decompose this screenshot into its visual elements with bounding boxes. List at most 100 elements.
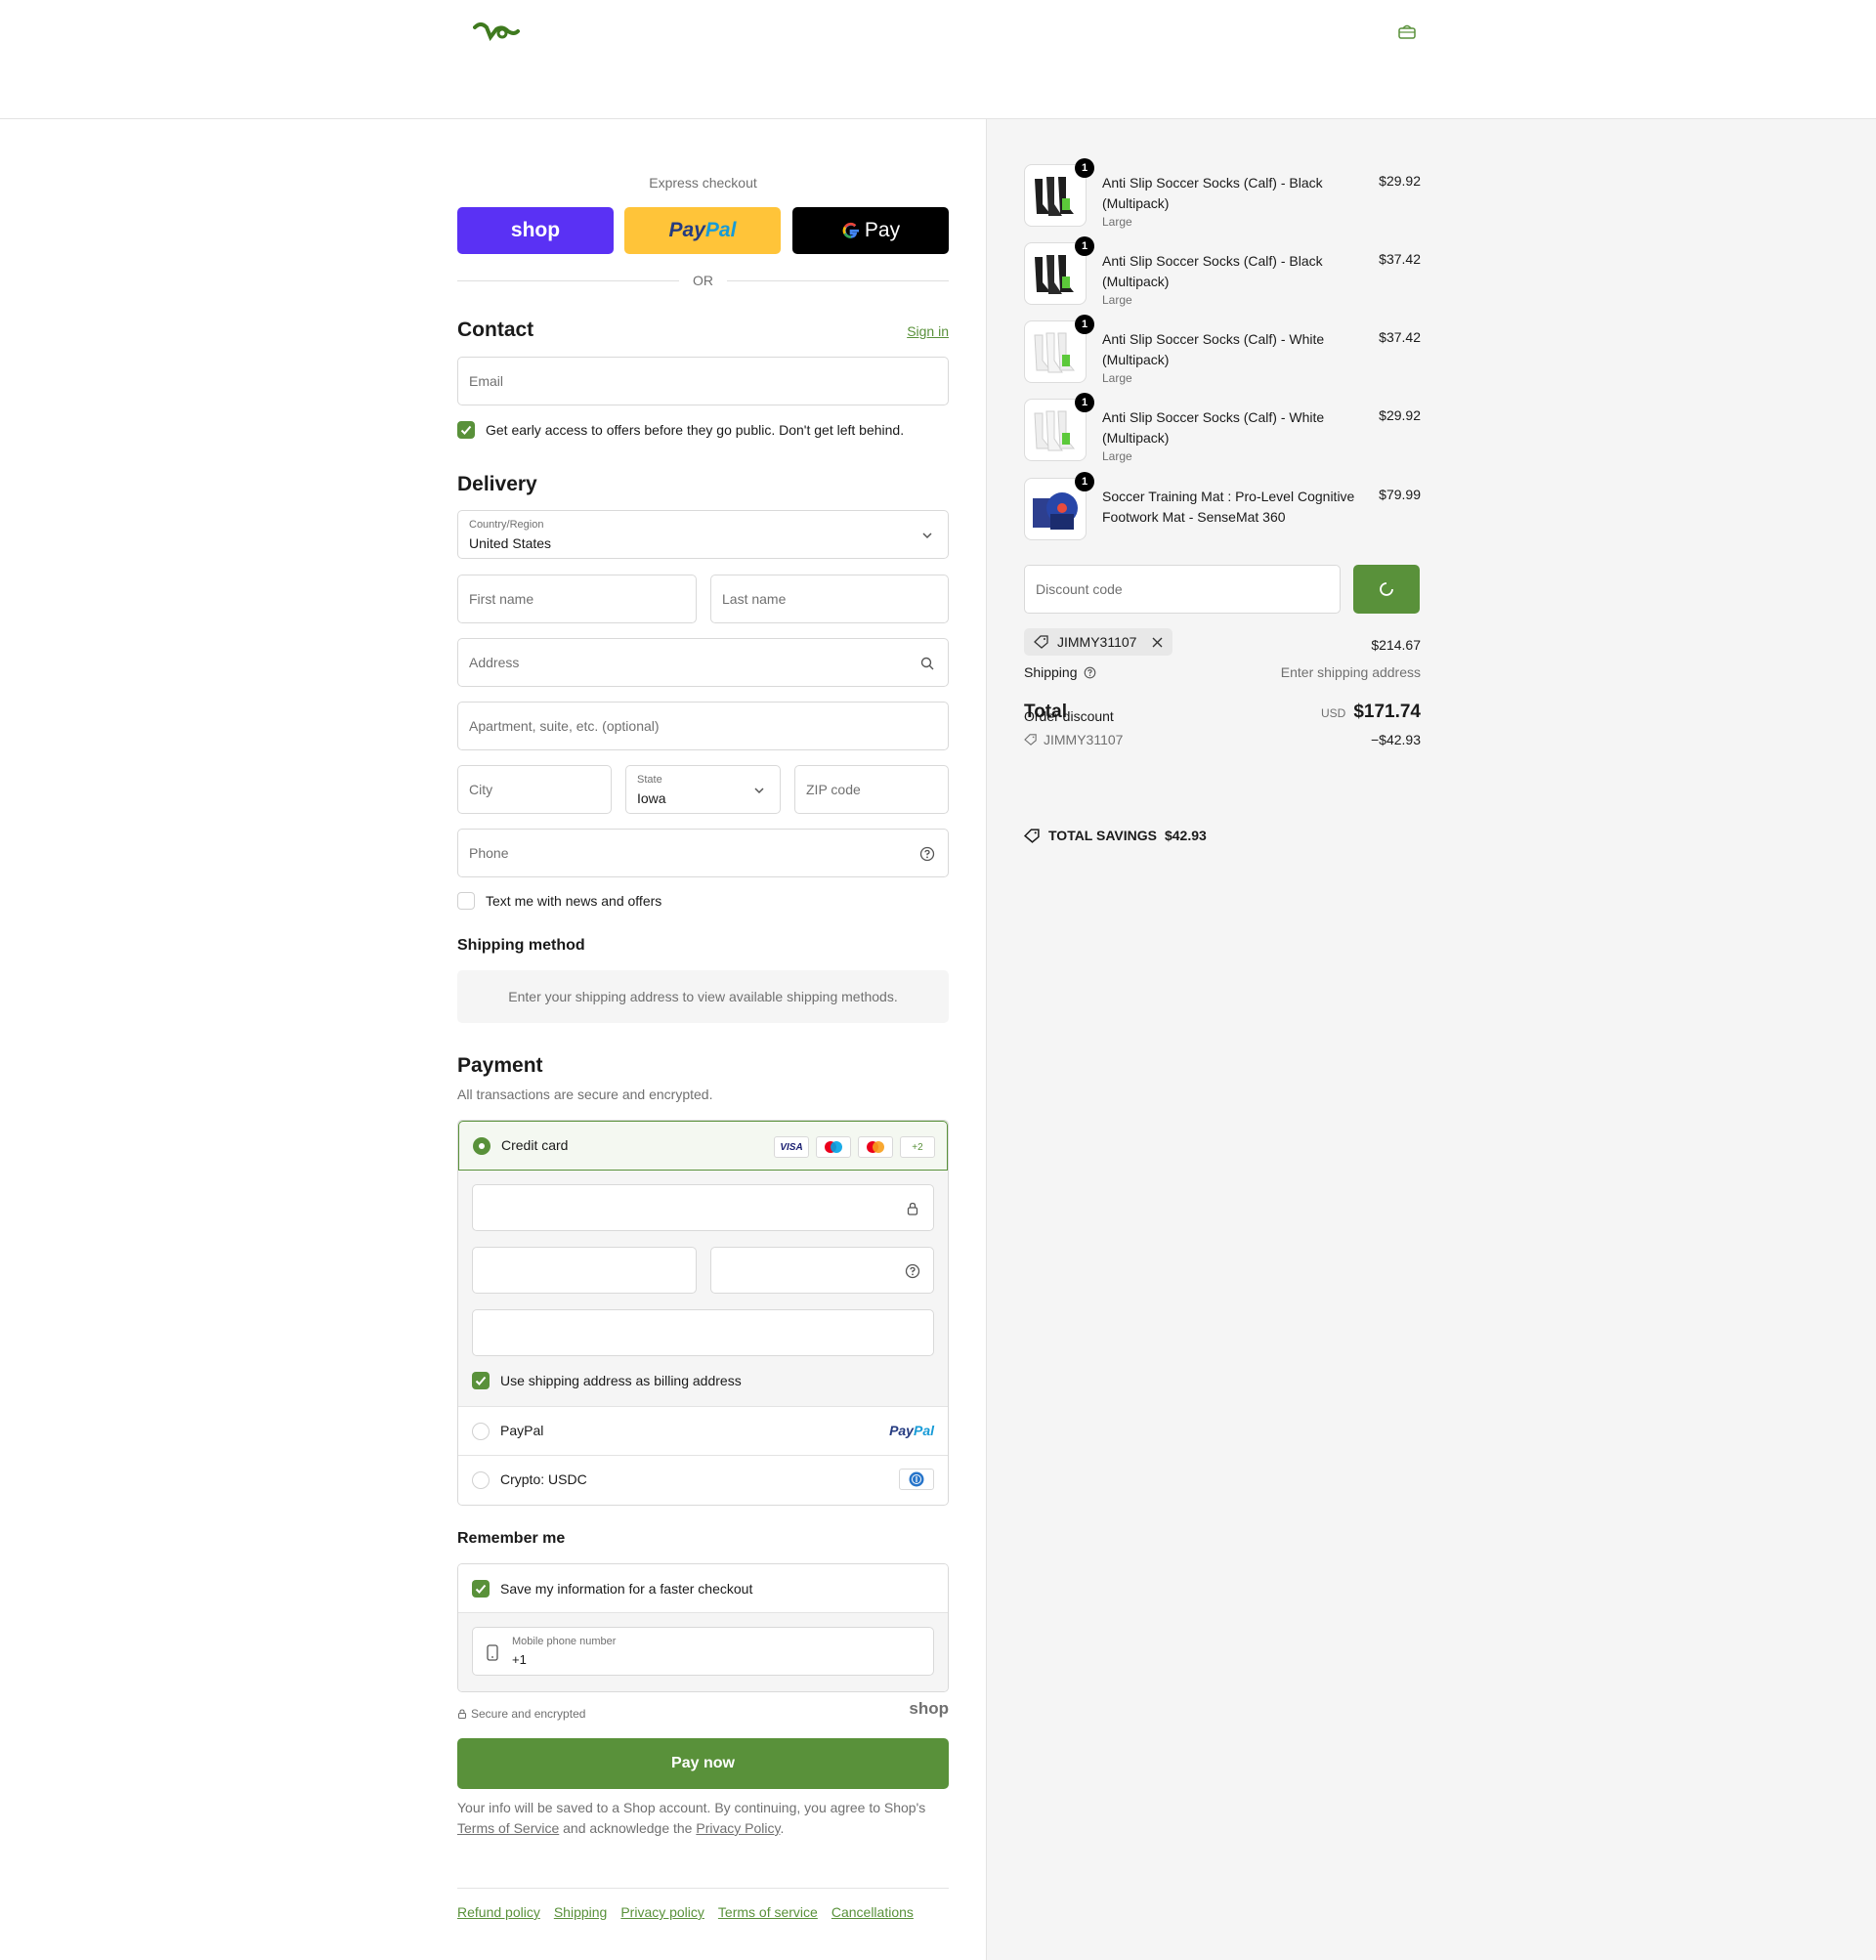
product-price: $29.92: [1379, 173, 1421, 189]
currency-code: USD: [1320, 706, 1346, 720]
legal-text-1: Your info will be saved to a Shop accoun…: [457, 1800, 926, 1815]
address-placeholder: Address: [469, 655, 520, 670]
product-name: Anti Slip Soccer Socks (Calf) - Black (M…: [1102, 175, 1323, 211]
zip-field[interactable]: ZIP code: [794, 765, 949, 814]
city-placeholder: City: [469, 782, 493, 797]
footer-link-refund[interactable]: Refund policy: [457, 1904, 540, 1920]
mobile-phone-field[interactable]: Mobile phone number +1: [472, 1627, 934, 1676]
total-savings-row: TOTAL SAVINGS $42.93: [1024, 828, 1207, 843]
paypal-option[interactable]: PayPal PayPal: [458, 1406, 948, 1455]
terms-of-service-link[interactable]: Terms of Service: [457, 1820, 559, 1836]
paypal-button[interactable]: Pay Pal: [624, 207, 781, 254]
footer-link-privacy[interactable]: Privacy policy: [620, 1904, 704, 1920]
card-number-field[interactable]: [472, 1184, 934, 1231]
product-variant: Large: [1102, 371, 1132, 385]
order-discount-code-row: JIMMY31107: [1024, 732, 1123, 747]
close-icon[interactable]: [1152, 637, 1163, 648]
country-select[interactable]: Country/Region United States: [457, 510, 949, 559]
last-name-field[interactable]: Last name: [710, 575, 949, 623]
help-icon[interactable]: [905, 1263, 920, 1279]
footer-link-cancellations[interactable]: Cancellations: [831, 1904, 914, 1920]
or-label: OR: [693, 273, 713, 288]
loading-spinner-icon: [1380, 582, 1393, 596]
product-name: Anti Slip Soccer Socks (Calf) - White (M…: [1102, 409, 1325, 446]
country-label: Country/Region: [469, 519, 544, 531]
privacy-policy-link[interactable]: Privacy Policy: [696, 1820, 780, 1836]
quantity-badge: 1: [1075, 158, 1094, 178]
phone-placeholder: Phone: [469, 845, 509, 861]
crypto-radio[interactable]: [472, 1471, 490, 1489]
crypto-option[interactable]: Crypto: USDC: [458, 1455, 948, 1504]
header: [0, 0, 1876, 119]
payment-methods: Credit card VISA +2 Use shipping address…: [457, 1120, 949, 1506]
bag-icon[interactable]: [1397, 23, 1417, 39]
paypal-radio[interactable]: [472, 1423, 490, 1440]
apply-discount-button[interactable]: [1353, 565, 1420, 614]
shipping-value: Enter shipping address: [1280, 664, 1421, 680]
checkmark-icon: [475, 1376, 487, 1385]
usdc-icon: [899, 1469, 934, 1490]
billing-same-checkbox[interactable]: [472, 1372, 490, 1389]
quantity-badge: 1: [1075, 393, 1094, 412]
mobile-phone-value: +1: [512, 1652, 527, 1667]
discount-code-field[interactable]: Discount code: [1024, 565, 1341, 614]
footer-link-shipping[interactable]: Shipping: [554, 1904, 608, 1920]
product-variant: Large: [1102, 215, 1132, 229]
email-placeholder: Email: [469, 373, 504, 389]
subtotal-value: $214.67: [1371, 637, 1421, 653]
pay-now-button[interactable]: Pay now: [457, 1738, 949, 1789]
visa-icon: VISA: [774, 1136, 809, 1158]
line-item: 1 Anti Slip Soccer Socks (Calf) - White …: [1024, 393, 1421, 463]
card-expiry-field[interactable]: [472, 1247, 697, 1294]
offers-label: Get early access to offers before they g…: [486, 422, 905, 438]
search-icon: [920, 657, 934, 670]
state-label: State: [637, 774, 662, 786]
apartment-field[interactable]: Apartment, suite, etc. (optional): [457, 702, 949, 750]
brand-logo[interactable]: [473, 21, 520, 41]
city-field[interactable]: City: [457, 765, 612, 814]
applied-discount-code: JIMMY31107: [1057, 634, 1137, 650]
visa-label: VISA: [780, 1141, 803, 1153]
text-me-label: Text me with news and offers: [486, 893, 662, 909]
address-field[interactable]: Address: [457, 638, 949, 687]
help-icon[interactable]: [1084, 666, 1096, 679]
more-cards-badge: +2: [900, 1136, 935, 1158]
first-name-field[interactable]: First name: [457, 575, 697, 623]
state-select[interactable]: State Iowa: [625, 765, 781, 814]
google-pay-button[interactable]: Pay: [792, 207, 949, 254]
text-me-checkbox[interactable]: [457, 892, 475, 910]
billing-same-label: Use shipping address as billing address: [500, 1373, 742, 1388]
footer-link-terms[interactable]: Terms of service: [718, 1904, 818, 1920]
paypal-logo: PayPal: [889, 1423, 934, 1438]
shipping-label: Shipping: [1024, 664, 1078, 680]
shipping-method-title: Shipping method: [457, 937, 585, 954]
card-cvv-field[interactable]: [710, 1247, 934, 1294]
email-field[interactable]: Email: [457, 357, 949, 405]
shop-pay-label: shop: [510, 219, 561, 241]
crypto-label: Crypto: USDC: [500, 1471, 587, 1487]
legal-text: Your info will be saved to a Shop accoun…: [457, 1798, 949, 1839]
legal-text-2: and acknowledge the: [563, 1820, 693, 1836]
credit-card-label: Credit card: [501, 1137, 569, 1153]
state-value: Iowa: [637, 790, 666, 806]
help-icon[interactable]: [919, 846, 935, 862]
sign-in-link[interactable]: Sign in: [907, 323, 949, 339]
line-item: 1 Anti Slip Soccer Socks (Calf) - Black …: [1024, 236, 1421, 307]
payment-title: Payment: [457, 1054, 543, 1077]
phone-field[interactable]: Phone: [457, 829, 949, 877]
tag-icon: [1024, 734, 1037, 746]
discount-code-placeholder: Discount code: [1036, 581, 1123, 597]
maestro-icon: [816, 1136, 851, 1158]
offers-checkbox[interactable]: [457, 421, 475, 439]
quantity-badge: 1: [1075, 472, 1094, 491]
chevron-down-icon: [754, 788, 764, 794]
lock-icon: [907, 1202, 918, 1215]
shop-pay-button[interactable]: shop: [457, 207, 614, 254]
save-info-label: Save my information for a faster checkou…: [500, 1581, 753, 1597]
zip-placeholder: ZIP code: [806, 782, 861, 797]
credit-card-radio[interactable]: [473, 1137, 490, 1155]
card-name-field[interactable]: [472, 1309, 934, 1356]
credit-card-option[interactable]: Credit card VISA +2: [458, 1121, 948, 1171]
save-info-checkbox[interactable]: [472, 1580, 490, 1598]
tag-icon: [1034, 635, 1048, 649]
